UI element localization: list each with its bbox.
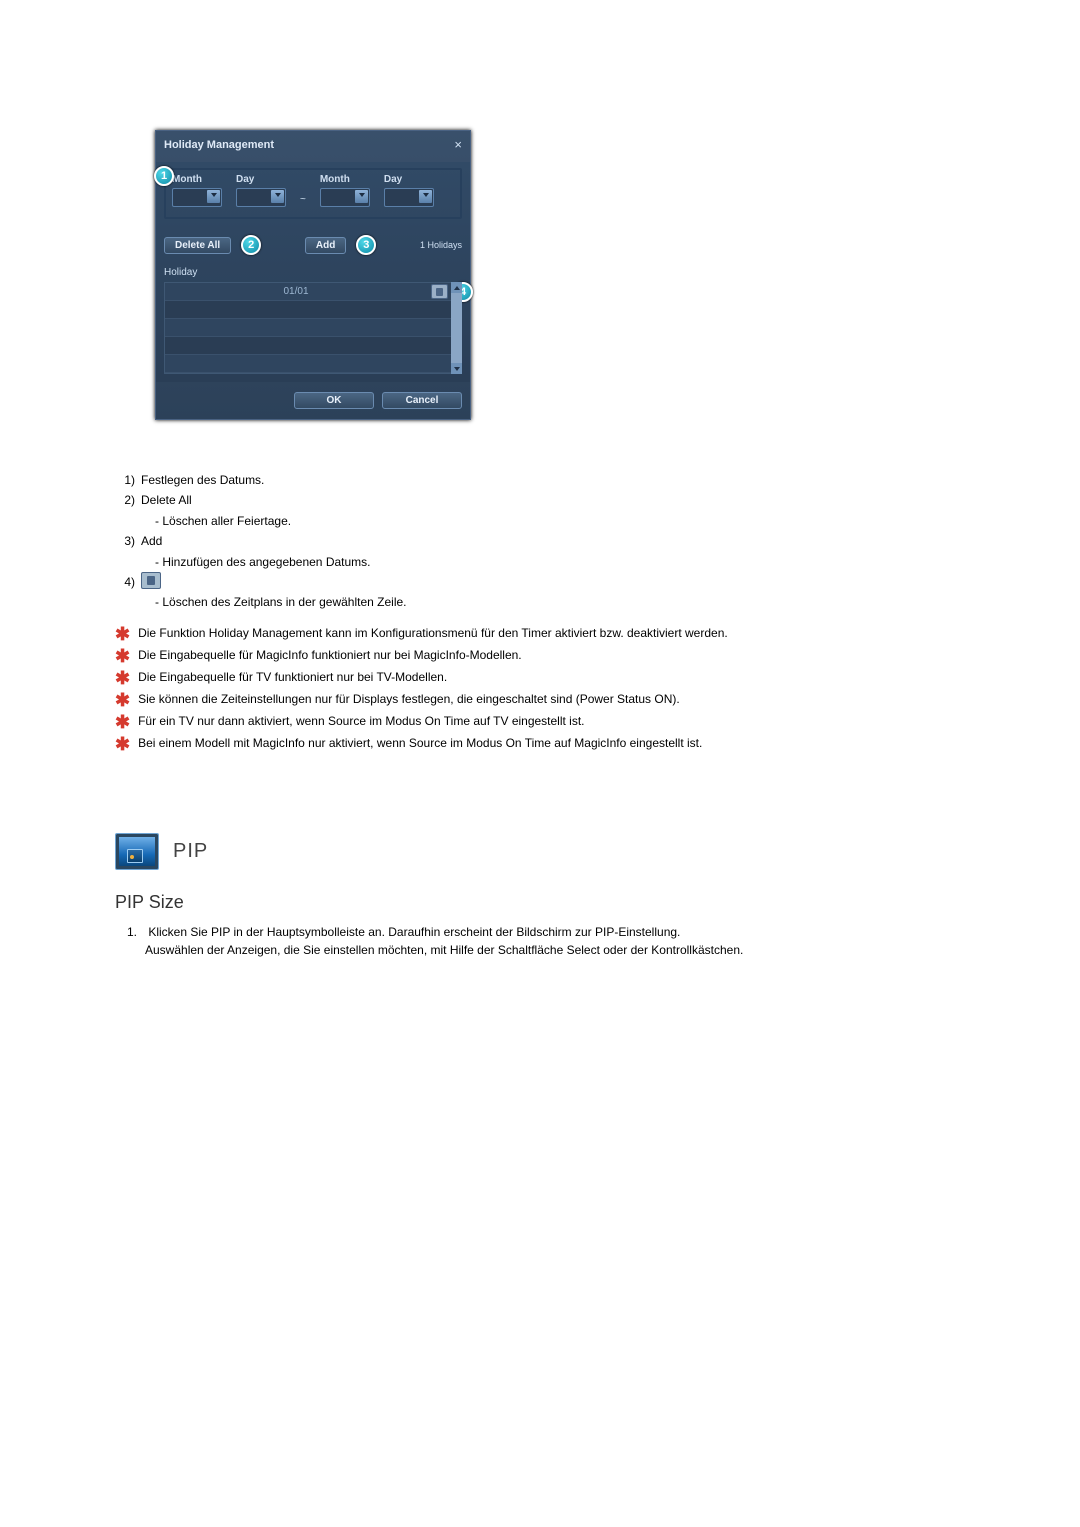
dialog-titlebar: Holiday Management × [156,131,470,162]
notes-block: ✱ Die Funktion Holiday Management kann im… [115,625,970,753]
note: ✱ Sie können die Zeiteinstellungen nur fü… [115,691,970,709]
list-item: 1) Festlegen des Datums. [115,470,970,490]
add-button[interactable]: Add [305,237,346,254]
note: ✱ Die Funktion Holiday Management kann im… [115,625,970,643]
star-icon: ✱ [115,691,130,709]
dialog-body: 1 Month Day ~ Month Day [156,162,470,382]
list-text: Festlegen des Datums. [141,470,264,490]
list-number: 4) [115,572,135,592]
table-row: 01/01 4 [165,283,451,301]
step-text: Auswählen der Anzeigen, die Sie einstell… [145,941,743,959]
dialog-footer: OK Cancel [156,382,470,419]
holiday-count: 1 Holidays [420,240,462,250]
note-text: Die Funktion Holiday Management kann im … [138,625,728,642]
callout-2: 2 [241,235,261,255]
dialog-title: Holiday Management [164,139,274,151]
table-row [165,301,451,319]
table-scrollbar[interactable] [451,282,462,374]
to-month-label: Month [320,174,370,185]
trash-icon [141,572,161,589]
list-subtext: Hinzufügen des angegebenen Datums. [155,552,970,572]
list-number: 3) [115,531,135,551]
from-day-select[interactable] [236,188,286,207]
callout-3: 3 [356,235,376,255]
list-number: 2) [115,490,135,510]
list-text: Delete All [141,490,192,510]
pip-size-heading: PIP Size [115,892,970,913]
holiday-table-wrap: 01/01 4 [164,282,450,374]
note-text: Die Eingabequelle für TV funktioniert nu… [138,669,447,686]
note-text: Die Eingabequelle für MagicInfo funktion… [138,647,522,664]
table-header: Holiday [164,267,462,278]
numbered-list: 1) Festlegen des Datums. 2) Delete All L… [115,470,970,613]
range-separator: ~ [300,194,306,205]
holiday-table: 01/01 4 [164,282,452,374]
pip-icon [115,833,159,870]
to-day-field: Day [384,174,434,207]
from-month-field: Month [172,174,222,207]
to-day-label: Day [384,174,434,185]
step-number: 1. [127,923,145,941]
star-icon: ✱ [115,735,130,753]
delete-all-button[interactable]: Delete All [164,237,231,254]
pip-section-header: PIP [115,833,970,870]
button-row: Delete All 2 Add 3 1 Holidays [164,235,462,255]
trash-icon[interactable] [431,284,448,299]
list-item: 2) Delete All [115,490,970,510]
star-icon: ✱ [115,625,130,643]
table-row [165,355,451,373]
list-item: 4) [115,572,970,592]
chevron-down-icon [359,193,365,197]
note-text: Sie können die Zeiteinstellungen nur für… [138,691,680,708]
chevron-down-icon [275,193,281,197]
chevron-down-icon [211,193,217,197]
star-icon: ✱ [115,647,130,665]
to-month-field: Month [320,174,370,207]
date-range-row: 1 Month Day ~ Month Day [164,168,462,219]
list-item: 3) Add [115,531,970,551]
to-day-select[interactable] [384,188,434,207]
table-row [165,319,451,337]
list-text: Add [141,531,162,551]
scroll-up-icon[interactable] [451,282,462,293]
from-month-select[interactable] [172,188,222,207]
section-title: PIP [173,840,208,863]
note: ✱ Für ein TV nur dann aktiviert, wenn Sou… [115,713,970,731]
close-icon[interactable]: × [454,137,462,152]
star-icon: ✱ [115,669,130,687]
from-month-label: Month [172,174,222,185]
note-text: Für ein TV nur dann aktiviert, wenn Sour… [138,713,584,730]
row-date: 01/01 [165,286,427,297]
table-row [165,337,451,355]
from-day-field: Day [236,174,286,207]
list-subtext: Löschen des Zeitplans in der gewählten Z… [155,592,970,612]
list-number: 1) [115,470,135,490]
list-subtext: Löschen aller Feiertage. [155,511,970,531]
note-text: Bei einem Modell mit MagicInfo nur aktiv… [138,735,702,752]
step-text: Klicken Sie PIP in der Hauptsymbolleiste… [148,925,680,939]
note: ✱ Die Eingabequelle für MagicInfo funktio… [115,647,970,665]
pip-step: 1. Klicken Sie PIP in der Hauptsymbollei… [127,923,970,959]
scroll-down-icon[interactable] [451,363,462,374]
to-month-select[interactable] [320,188,370,207]
note: ✱ Die Eingabequelle für TV funktioniert n… [115,669,970,687]
star-icon: ✱ [115,713,130,731]
holiday-management-dialog: Holiday Management × 1 Month Day ~ Month [155,130,471,420]
callout-1: 1 [154,166,174,186]
note: ✱ Bei einem Modell mit MagicInfo nur akti… [115,735,970,753]
cancel-button[interactable]: Cancel [382,392,462,409]
chevron-down-icon [423,193,429,197]
ok-button[interactable]: OK [294,392,374,409]
from-day-label: Day [236,174,286,185]
